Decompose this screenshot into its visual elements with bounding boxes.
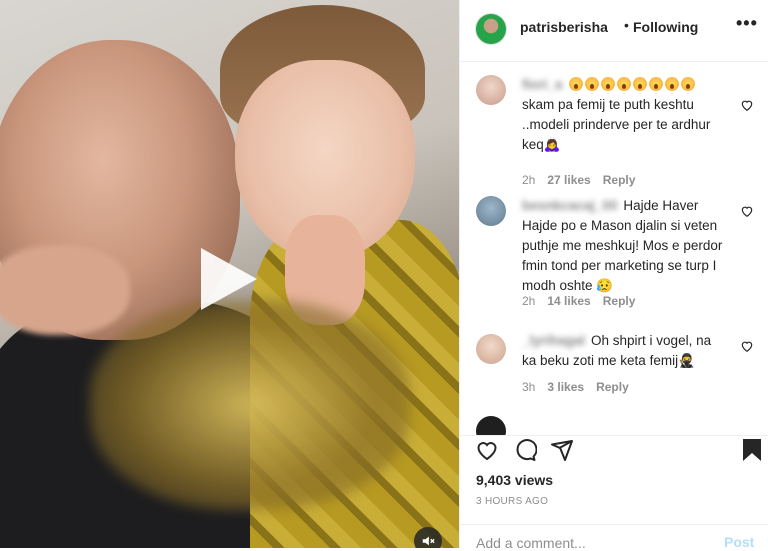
heart-icon[interactable] (474, 438, 500, 462)
add-comment-bar: Post (460, 524, 768, 551)
comment-body: fiori_a skam pa femij te puth keshtu ..m… (522, 75, 727, 155)
like-comment-heart-icon[interactable] (740, 339, 754, 353)
following-button[interactable]: Following (633, 19, 698, 35)
comment-likes[interactable]: 3 likes (547, 380, 584, 394)
commenter-avatar[interactable] (476, 196, 506, 226)
post-header: patrisberisha • Following ••• (460, 0, 768, 62)
speaker-muted-icon (422, 536, 435, 546)
comment-meta: 2h 27 likes Reply (522, 173, 635, 187)
play-icon[interactable] (201, 248, 257, 310)
comment-age: 3h (522, 380, 536, 394)
more-options-icon[interactable]: ••• (736, 13, 758, 34)
like-comment-heart-icon[interactable] (740, 98, 754, 112)
comment-age: 2h (522, 173, 536, 187)
astonished-face-emoji (616, 77, 631, 91)
commenter-username[interactable]: fiori_a (522, 77, 563, 92)
astonished-face-emoji (584, 77, 599, 91)
comment-body: besnkcacaj_00 Hajde Haver Hajde po e Maso… (522, 196, 727, 296)
commenter-username[interactable]: _lyrihagal (522, 333, 585, 348)
comment-likes[interactable]: 27 likes (547, 173, 590, 187)
commenter-avatar[interactable] (476, 416, 506, 435)
share-icon[interactable] (550, 438, 574, 462)
bookmark-icon[interactable] (742, 438, 762, 462)
like-comment-heart-icon[interactable] (740, 204, 754, 218)
video-fist (0, 245, 130, 335)
comment-text: skam pa femij te puth keshtu ..modeli pr… (522, 97, 711, 152)
author-avatar[interactable] (476, 14, 506, 44)
instagram-post-modal: patrisberisha • Following ••• fiori_a sk… (0, 0, 768, 551)
author-username[interactable]: patrisberisha (520, 19, 608, 35)
astonished-face-emoji (600, 77, 615, 91)
astonished-face-emoji (568, 77, 583, 91)
video-blurred-arm (90, 300, 410, 510)
astonished-face-emoji (648, 77, 663, 91)
commenter-username[interactable]: besnkcacaj_00 (522, 198, 617, 213)
reply-button[interactable]: Reply (596, 380, 629, 394)
posted-time: 3 HOURS AGO (476, 496, 549, 507)
post-sidebar: patrisberisha • Following ••• fiori_a sk… (459, 0, 768, 551)
mute-icon[interactable] (414, 527, 442, 548)
astonished-face-emoji (664, 77, 679, 91)
post-actions: 9,403 views 3 HOURS AGO Post (460, 435, 768, 551)
comments-list[interactable]: fiori_a skam pa femij te puth keshtu ..m… (460, 62, 768, 435)
add-comment-input[interactable] (476, 535, 706, 551)
reply-button[interactable]: Reply (603, 173, 636, 187)
reply-button[interactable]: Reply (603, 294, 636, 308)
commenter-avatar[interactable] (476, 75, 506, 105)
comment-icon[interactable] (513, 438, 537, 462)
comment-body: _lyrihagal Oh shpirt i vogel, na ka beku … (522, 331, 727, 371)
view-count[interactable]: 9,403 views (476, 472, 553, 488)
comment-meta: 2h 14 likes Reply (522, 294, 635, 308)
commenter-avatar[interactable] (476, 334, 506, 364)
separator-dot: • (624, 17, 629, 33)
comment-meta: 3h 3 likes Reply (522, 380, 629, 394)
post-video[interactable] (0, 0, 459, 548)
astonished-face-emoji (632, 77, 647, 91)
comment-age: 2h (522, 294, 536, 308)
astonished-face-emoji (680, 77, 695, 91)
comment-likes[interactable]: 14 likes (547, 294, 590, 308)
